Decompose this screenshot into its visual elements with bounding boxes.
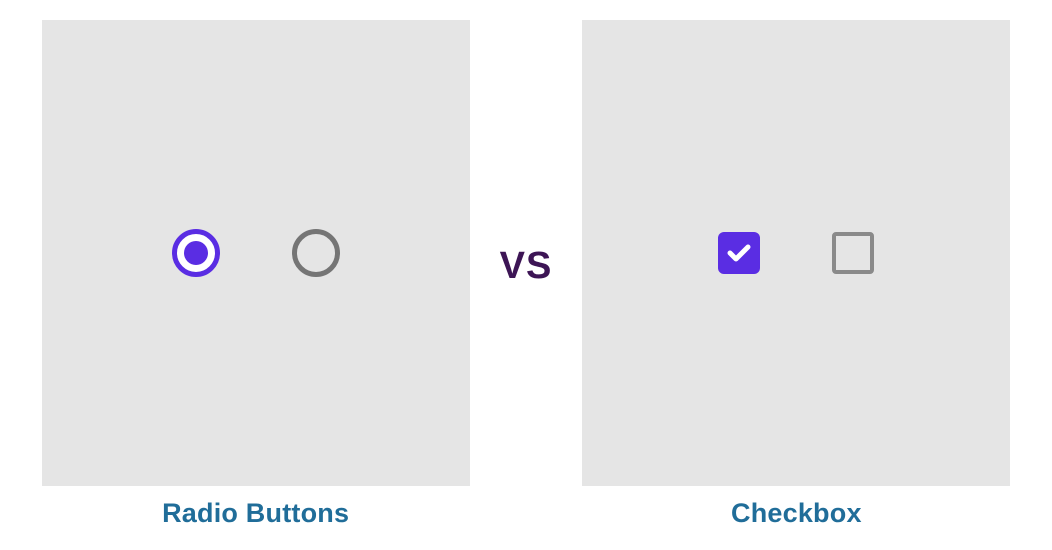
radio-unselected-icon: [292, 229, 340, 277]
checkbox-panel: [582, 20, 1010, 486]
comparison-container: Radio Buttons VS Checkbox: [20, 20, 1032, 529]
radio-panel-label: Radio Buttons: [162, 498, 349, 529]
vs-separator: VS: [470, 245, 583, 288]
radio-panel-wrapper: Radio Buttons: [42, 20, 470, 529]
checkbox-panel-wrapper: Checkbox: [582, 20, 1010, 529]
checkmark-icon: [725, 239, 753, 267]
radio-selected-icon: [172, 229, 220, 277]
checkbox-unchecked-icon: [832, 232, 874, 274]
radio-panel: [42, 20, 470, 486]
checkbox-checked-icon: [718, 232, 760, 274]
checkbox-panel-label: Checkbox: [731, 498, 862, 529]
